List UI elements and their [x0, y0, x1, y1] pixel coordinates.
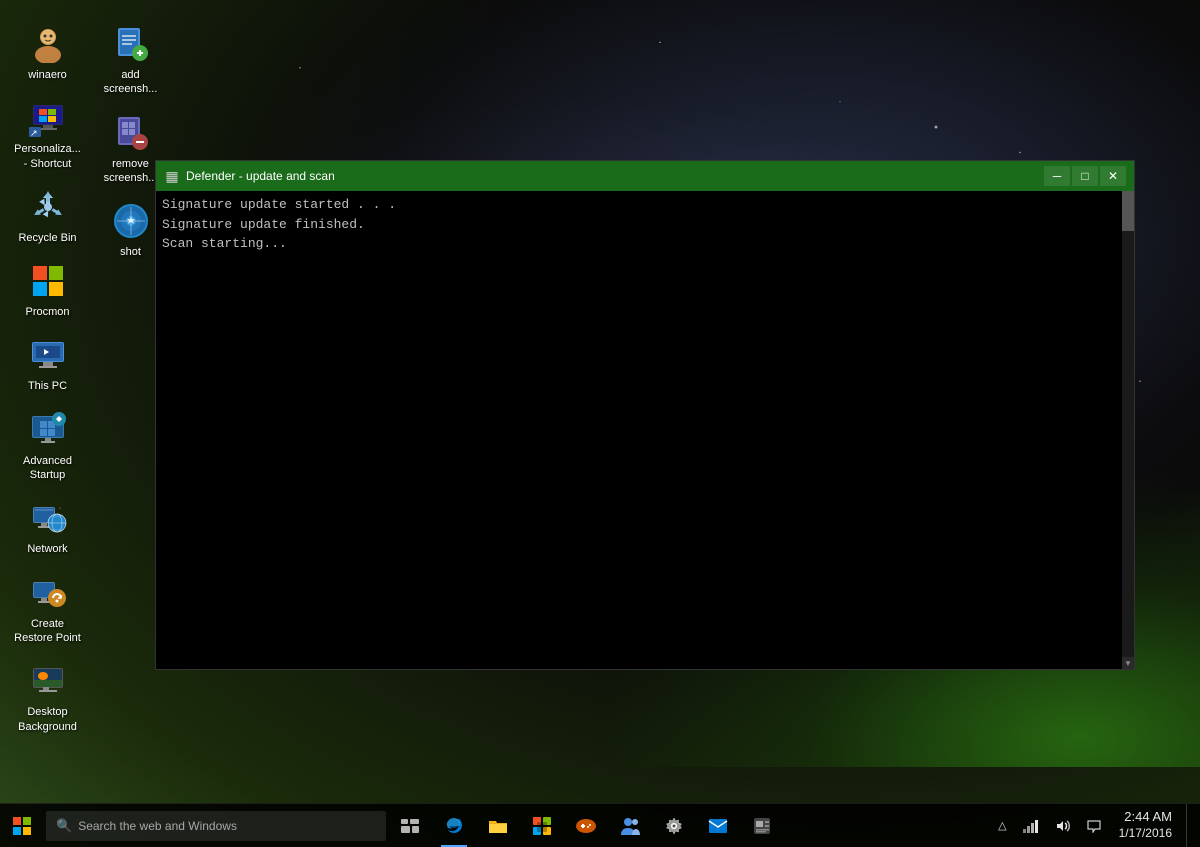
taskbar-clock[interactable]: 2:44 AM 1/17/2016 [1111, 804, 1180, 847]
desktop-icon-desktop-bg[interactable]: Desktop Background [10, 657, 85, 738]
console-body: Signature update started . . . Signature… [156, 191, 1134, 669]
procmon-icon [28, 261, 68, 301]
advanced-startup-icon [28, 410, 68, 450]
show-desktop-button[interactable] [1186, 804, 1192, 847]
task-view-button[interactable] [388, 804, 432, 847]
winaero-label: winaero [28, 68, 67, 82]
svg-text:↗: ↗ [30, 128, 38, 137]
remove-screenshot-icon [111, 113, 151, 153]
add-screenshot-label: add screensh... [97, 68, 164, 97]
personaliza-label: Personaliza... - Shortcut [14, 142, 81, 171]
add-screenshot-icon [111, 24, 151, 64]
notification-icon[interactable] [1081, 804, 1107, 847]
console-titlebar: Defender - update and scan ─ □ ✕ [156, 161, 1134, 191]
file-explorer-button[interactable] [476, 804, 520, 847]
create-restore-icon [28, 573, 68, 613]
desktop: winaero ↗ [0, 0, 1200, 847]
desktop-bg-label: Desktop Background [14, 705, 81, 734]
desktop-icon-add-screenshot[interactable]: add screensh... [93, 20, 168, 101]
console-scrollbar[interactable]: ▲ ▼ [1122, 191, 1134, 669]
create-restore-label: Create Restore Point [14, 617, 81, 646]
this-pc-label: This PC [28, 379, 67, 393]
clock-time: 2:44 AM [1124, 809, 1172, 826]
search-placeholder-text: Search the web and Windows [78, 819, 237, 833]
taskbar-search-bar[interactable]: 🔍 Search the web and Windows [46, 811, 386, 841]
remove-screenshot-label: remove screensh... [97, 157, 164, 186]
shot-label: shot [120, 245, 141, 259]
procmon-label: Procmon [25, 305, 69, 319]
console-controls: ─ □ ✕ [1044, 166, 1126, 186]
console-window: Defender - update and scan ─ □ ✕ Signatu… [155, 160, 1135, 670]
console-minimize-button[interactable]: ─ [1044, 166, 1070, 186]
store-button[interactable] [520, 804, 564, 847]
console-content: Signature update started . . . Signature… [156, 191, 1122, 669]
network-label: Network [27, 542, 67, 556]
console-title-icon [164, 168, 180, 184]
game-button[interactable] [564, 804, 608, 847]
winaero-icon [28, 24, 68, 64]
desktop-icon-winaero[interactable]: winaero [10, 20, 85, 86]
console-title-text: Defender - update and scan [186, 169, 1044, 183]
desktop-icons-container: winaero ↗ [0, 10, 178, 810]
mail-button[interactable] [696, 804, 740, 847]
desktop-icon-advanced-startup[interactable]: Advanced Startup [10, 406, 85, 487]
this-pc-icon [28, 335, 68, 375]
shot-icon [111, 201, 151, 241]
network-status-icon[interactable] [1017, 804, 1045, 847]
chevron-up-icon: △ [998, 819, 1006, 832]
people-button[interactable] [608, 804, 652, 847]
edge-browser-button[interactable] [432, 804, 476, 847]
clock-date: 1/17/2016 [1119, 826, 1172, 842]
taskbar: 🔍 Search the web and Windows [0, 803, 1200, 847]
advanced-startup-label: Advanced Startup [14, 454, 81, 483]
start-button[interactable] [0, 804, 44, 847]
news-button[interactable] [740, 804, 784, 847]
recycle-bin-label: Recycle Bin [18, 231, 76, 245]
desktop-icon-create-restore[interactable]: Create Restore Point [10, 569, 85, 650]
console-close-button[interactable]: ✕ [1100, 166, 1126, 186]
taskbar-right-area: △ [984, 804, 1200, 847]
recycle-bin-icon [28, 187, 68, 227]
scrollbar-thumb[interactable] [1122, 191, 1134, 231]
desktop-icon-recycle-bin[interactable]: Recycle Bin [10, 183, 85, 249]
scrollbar-down-arrow[interactable]: ▼ [1122, 657, 1134, 669]
desktop-icon-network[interactable]: Network [10, 494, 85, 560]
desktop-icon-personaliza[interactable]: ↗ Personaliza... - Shortcut [10, 94, 85, 175]
console-maximize-button[interactable]: □ [1072, 166, 1098, 186]
personaliza-icon: ↗ [28, 98, 68, 138]
show-hidden-icons-button[interactable]: △ [992, 804, 1012, 847]
settings-taskbar-button[interactable] [652, 804, 696, 847]
network-icon [28, 498, 68, 538]
search-icon: 🔍 [56, 818, 72, 834]
volume-icon[interactable] [1049, 804, 1077, 847]
desktop-bg-icon [28, 661, 68, 701]
desktop-icon-procmon[interactable]: Procmon [10, 257, 85, 323]
desktop-icon-this-pc[interactable]: This PC [10, 331, 85, 397]
